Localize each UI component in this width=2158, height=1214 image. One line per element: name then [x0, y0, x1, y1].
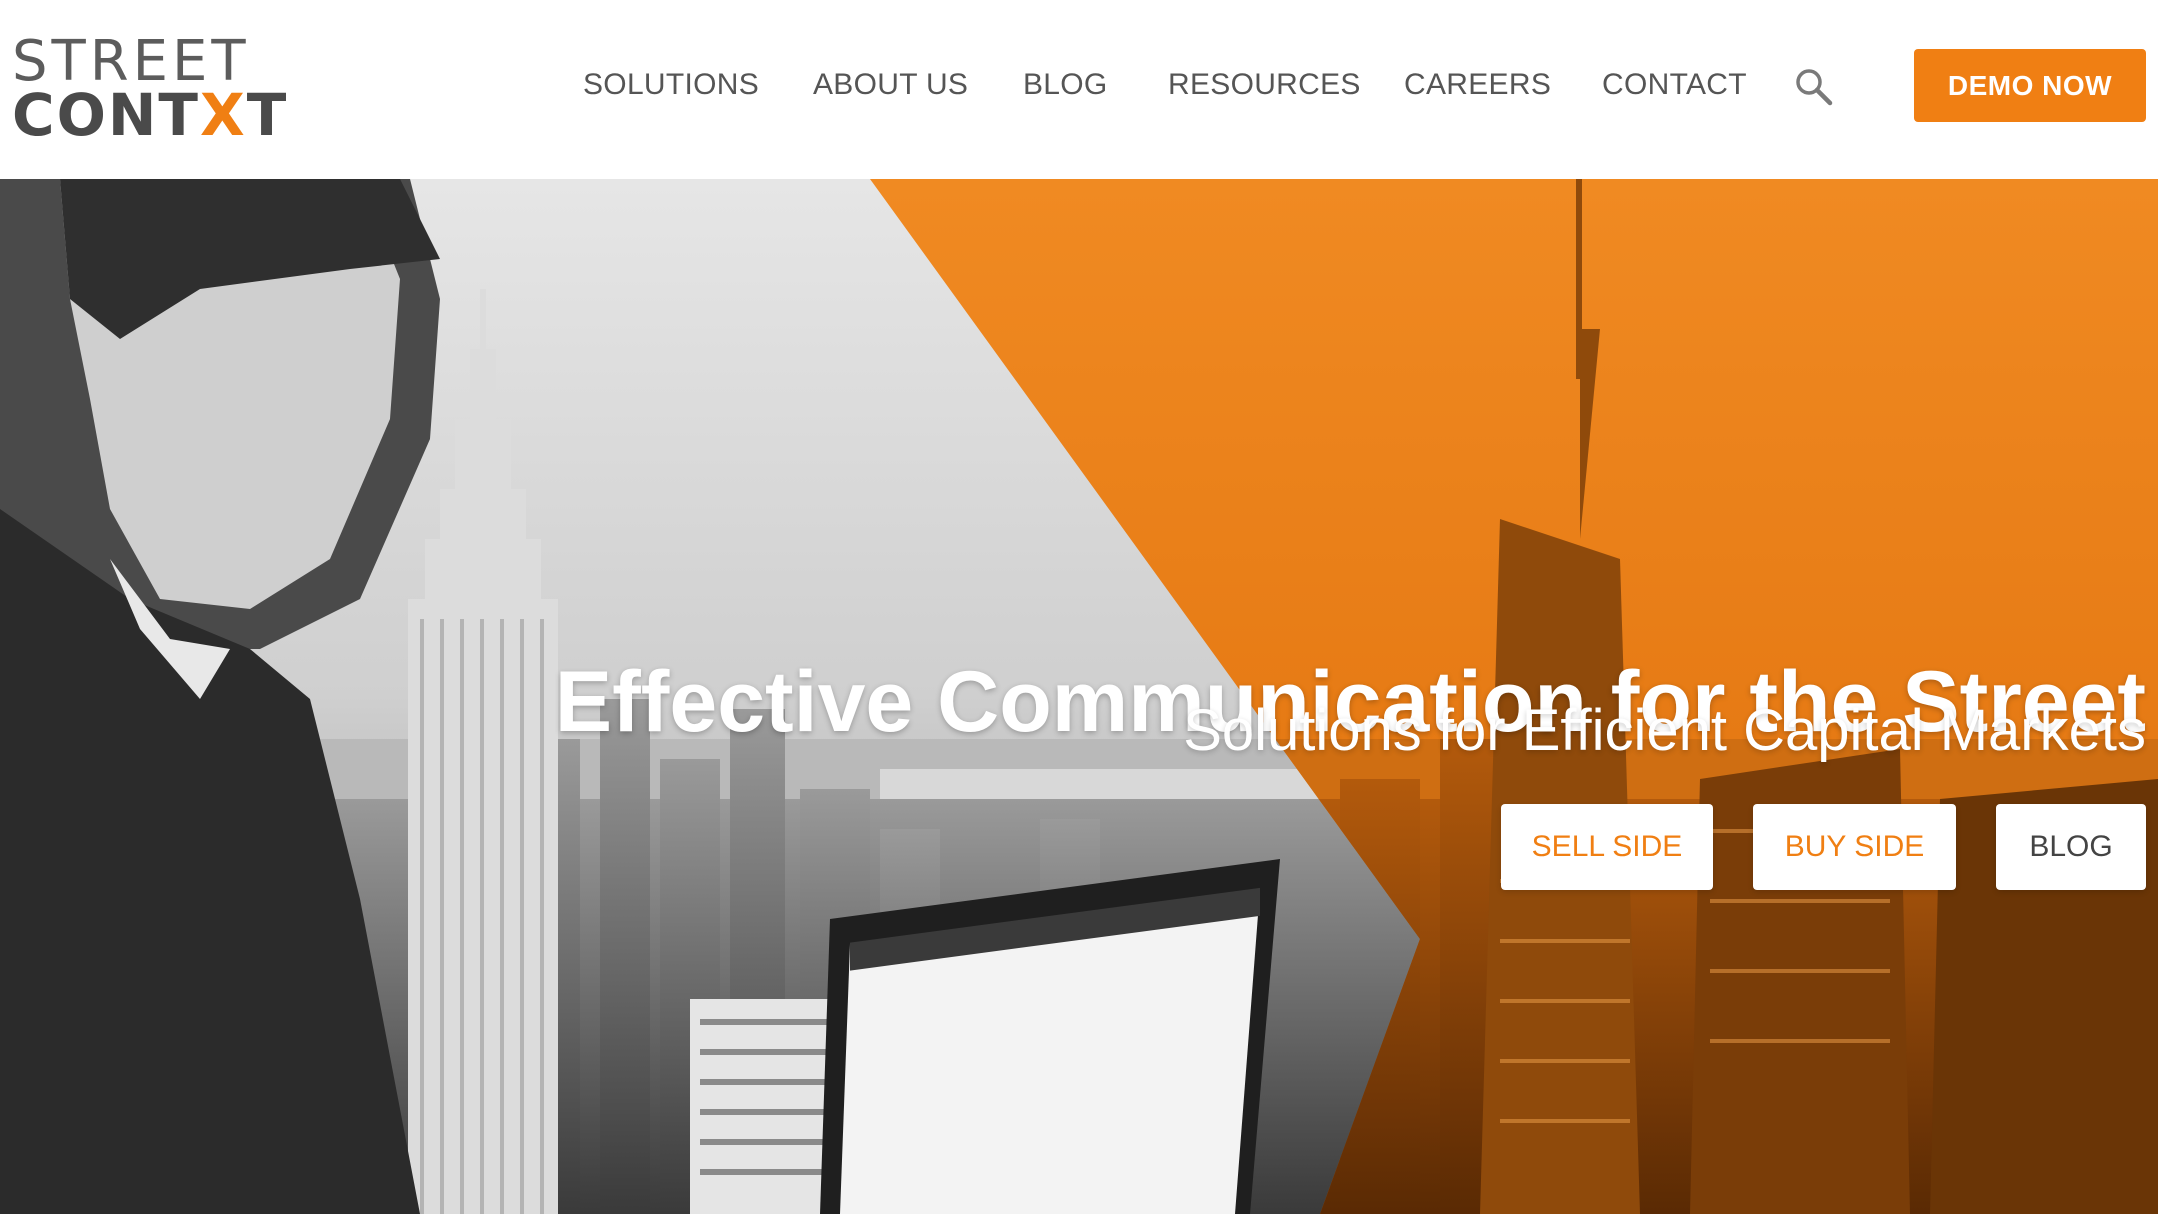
- nav-about-us[interactable]: ABOUT US: [813, 68, 968, 102]
- nav-resources[interactable]: RESOURCES: [1168, 68, 1361, 102]
- streetcontxt-logo[interactable]: STREET CONTXT: [12, 34, 286, 145]
- search-icon[interactable]: [1794, 67, 1834, 107]
- hero-subtitle: Solutions for Efficient Capital Markets: [1183, 698, 2146, 763]
- logo-word-contxt: CONTXT: [12, 86, 288, 144]
- site-header: STREET CONTXT SOLUTIONS ABOUT US BLOG RE…: [0, 0, 2158, 179]
- nav-careers[interactable]: CAREERS: [1404, 68, 1551, 102]
- demo-now-button[interactable]: DEMO NOW: [1914, 49, 2146, 122]
- nav-blog[interactable]: BLOG: [1023, 68, 1108, 102]
- logo-contxt-prefix: CONT: [12, 81, 200, 149]
- logo-contxt-x: X: [199, 81, 247, 149]
- sell-side-button[interactable]: SELL SIDE: [1501, 804, 1713, 890]
- nav-solutions[interactable]: SOLUTIONS: [583, 68, 759, 102]
- logo-contxt-suffix: T: [246, 81, 289, 149]
- nav-contact[interactable]: CONTACT: [1602, 68, 1747, 102]
- buy-side-button[interactable]: BUY SIDE: [1753, 804, 1956, 890]
- hero-banner: Effective Communication for the Street S…: [0, 179, 2158, 1214]
- hero-blog-button[interactable]: BLOG: [1996, 804, 2146, 890]
